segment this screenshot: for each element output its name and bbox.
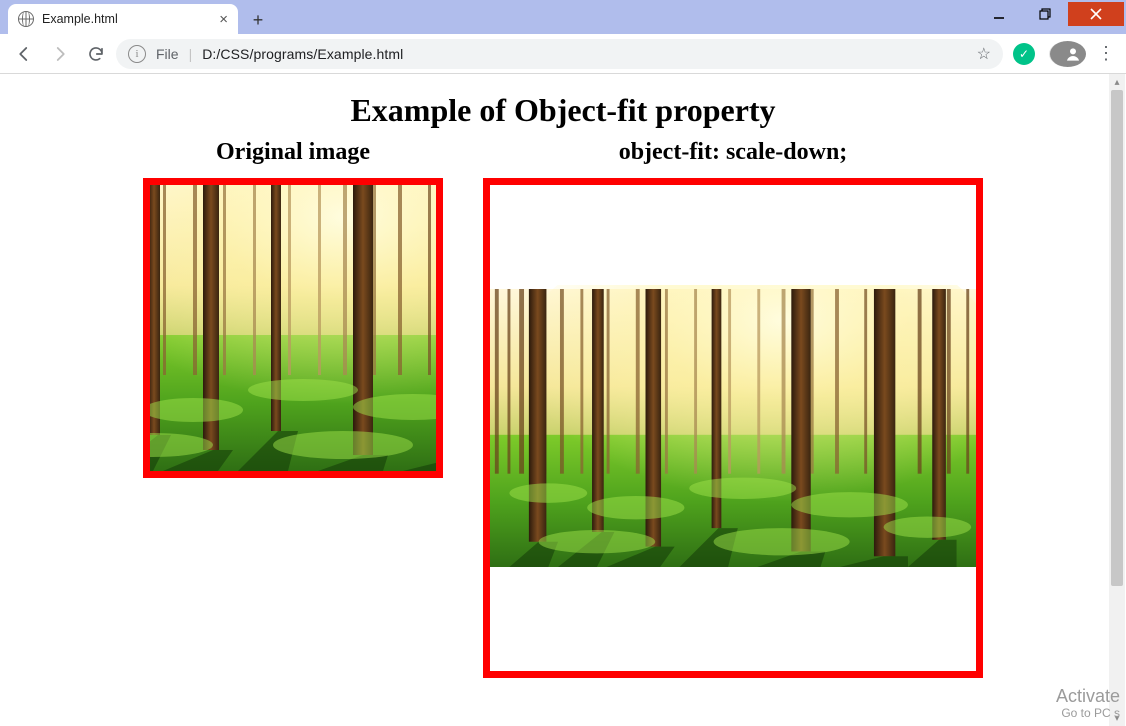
original-image-column: Original image: [143, 139, 443, 483]
content-columns: Original image object-fit: scale-down;: [10, 139, 1116, 683]
scrollbar-down-arrow-icon[interactable]: ▾: [1109, 710, 1125, 726]
profile-avatar-icon[interactable]: [1049, 41, 1086, 67]
tab-title: Example.html: [42, 12, 118, 26]
window-minimize-button[interactable]: [976, 2, 1022, 26]
vertical-scrollbar[interactable]: ▴ ▾: [1109, 74, 1125, 726]
page-title: Example of Object-fit property: [10, 92, 1116, 129]
scaled-image-box: [483, 178, 983, 678]
window-titlebar: Example.html × +: [0, 0, 1126, 34]
browser-tab[interactable]: Example.html ×: [8, 4, 238, 34]
scaled-image-inner: [490, 285, 976, 571]
page-viewport: Example of Object-fit property Original …: [0, 74, 1126, 726]
nav-back-button[interactable]: [8, 38, 40, 70]
url-scheme-label: File: [156, 46, 179, 62]
browser-menu-button[interactable]: ⋮: [1094, 43, 1118, 64]
window-restore-button[interactable]: [1022, 2, 1068, 26]
url-path: D:/CSS/programs/Example.html: [202, 46, 403, 62]
extension-badge-icon[interactable]: ✓: [1013, 43, 1035, 65]
window-controls: [976, 2, 1124, 26]
nav-forward-button[interactable]: [44, 38, 76, 70]
close-tab-button[interactable]: ×: [219, 12, 228, 27]
address-bar[interactable]: i File | D:/CSS/programs/Example.html ☆: [116, 39, 1003, 69]
new-tab-button[interactable]: +: [244, 6, 272, 34]
bookmark-star-icon[interactable]: ☆: [977, 44, 991, 64]
browser-toolbar: i File | D:/CSS/programs/Example.html ☆ …: [0, 34, 1126, 74]
globe-icon: [18, 11, 34, 27]
original-image-heading: Original image: [143, 139, 443, 166]
scrollbar-track[interactable]: [1109, 90, 1125, 710]
scrollbar-up-arrow-icon[interactable]: ▴: [1109, 74, 1125, 90]
scaled-image-heading: object-fit: scale-down;: [483, 139, 983, 166]
forest-image-scaled: [490, 285, 976, 571]
tab-strip: Example.html × +: [0, 0, 976, 34]
nav-reload-button[interactable]: [80, 38, 112, 70]
original-image-box: [143, 178, 443, 478]
window-close-button[interactable]: [1068, 2, 1124, 26]
forest-image: [150, 185, 436, 471]
url-separator: |: [189, 46, 193, 62]
scrollbar-thumb[interactable]: [1111, 90, 1123, 586]
scaled-image-column: object-fit: scale-down;: [483, 139, 983, 683]
page-info-icon[interactable]: i: [128, 45, 146, 63]
